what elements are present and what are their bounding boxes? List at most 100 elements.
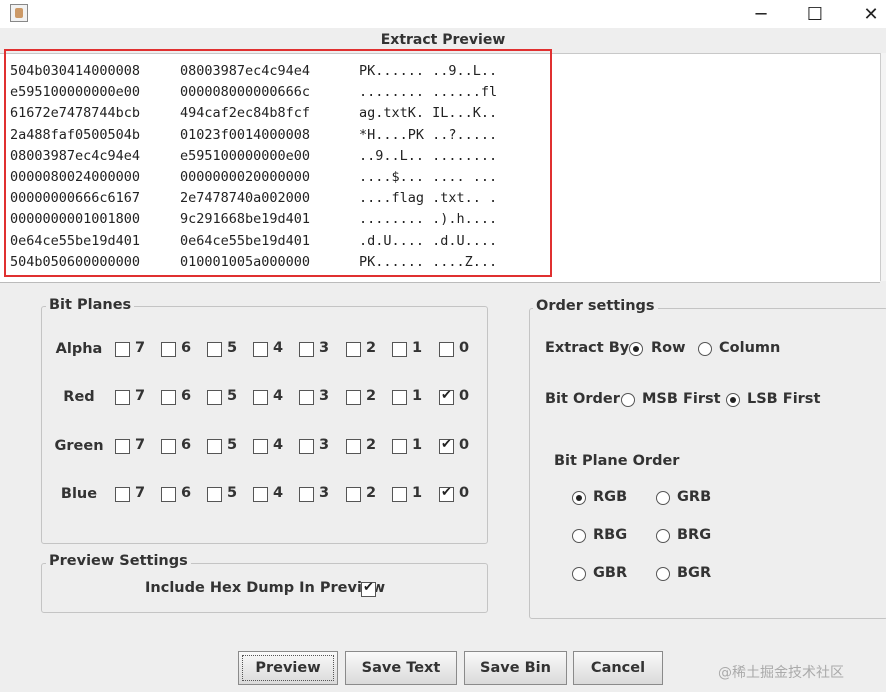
red-bit-1-checkbox[interactable] xyxy=(392,390,407,405)
bit-number-label: 6 xyxy=(181,437,192,453)
bit-number-label: 5 xyxy=(227,340,238,356)
green-bit-5-checkbox[interactable] xyxy=(207,439,222,454)
bit-number-label: 5 xyxy=(227,437,238,453)
alpha-bit-6-checkbox[interactable] xyxy=(161,342,176,357)
plane-order-grb-radio[interactable] xyxy=(656,491,670,505)
red-bit-7-checkbox[interactable] xyxy=(115,390,130,405)
red-bit-3-checkbox[interactable] xyxy=(299,390,314,405)
plane-order-label: BGR xyxy=(677,565,712,581)
preview-settings-title: Preview Settings xyxy=(46,553,191,569)
blue-bit-7-checkbox[interactable] xyxy=(115,487,130,502)
plane-order-brg-radio[interactable] xyxy=(656,529,670,543)
bit-number-label: 2 xyxy=(366,388,377,404)
bit-plane-row-label: Red xyxy=(63,389,95,405)
alpha-bit-0-checkbox[interactable] xyxy=(439,342,454,357)
bit-order-msb-radio[interactable] xyxy=(621,393,635,407)
window-title-bar: ─ ☐ ✕ xyxy=(0,0,886,28)
bit-number-label: 2 xyxy=(366,437,377,453)
bit-number-label: 4 xyxy=(273,437,284,453)
blue-bit-2-checkbox[interactable] xyxy=(346,487,361,502)
bit-number-label: 4 xyxy=(273,485,284,501)
close-button[interactable]: ✕ xyxy=(848,0,886,28)
bit-number-label: 3 xyxy=(319,485,330,501)
red-bit-0-checkbox[interactable] xyxy=(439,388,454,405)
blue-bit-3-checkbox[interactable] xyxy=(299,487,314,502)
bit-plane-row-label: Alpha xyxy=(55,341,103,357)
red-bit-6-checkbox[interactable] xyxy=(161,390,176,405)
minimize-button[interactable]: ─ xyxy=(738,0,784,28)
bit-number-label: 0 xyxy=(459,388,470,404)
extract-by-row-label: Row xyxy=(651,340,686,356)
green-bit-4-checkbox[interactable] xyxy=(253,439,268,454)
bit-number-label: 6 xyxy=(181,485,192,501)
bit-number-label: 7 xyxy=(135,437,146,453)
extract-by-row-radio[interactable] xyxy=(629,342,643,356)
bit-number-label: 3 xyxy=(319,388,330,404)
blue-bit-4-checkbox[interactable] xyxy=(253,487,268,502)
blue-bit-0-checkbox[interactable] xyxy=(439,485,454,502)
preview-button[interactable]: Preview xyxy=(238,651,338,685)
bit-order-label: Bit Order xyxy=(545,391,620,407)
save-text-button[interactable]: Save Text xyxy=(345,651,457,685)
preview-vertical-scrollbar[interactable] xyxy=(880,53,886,281)
extract-by-label: Extract By xyxy=(545,340,630,356)
plane-order-bgr-radio[interactable] xyxy=(656,567,670,581)
bit-number-label: 2 xyxy=(366,485,377,501)
plane-order-gbr-radio[interactable] xyxy=(572,567,586,581)
green-bit-6-checkbox[interactable] xyxy=(161,439,176,454)
bit-order-lsb-radio[interactable] xyxy=(726,393,740,407)
bit-number-label: 0 xyxy=(459,437,470,453)
bit-number-label: 2 xyxy=(366,340,377,356)
plane-order-rgb-radio[interactable] xyxy=(572,491,586,505)
bit-plane-row-label: Green xyxy=(54,438,104,454)
extract-by-column-radio[interactable] xyxy=(698,342,712,356)
bit-number-label: 6 xyxy=(181,340,192,356)
alpha-bit-2-checkbox[interactable] xyxy=(346,342,361,357)
bit-planes-title: Bit Planes xyxy=(46,297,135,313)
plane-order-label: BRG xyxy=(677,527,712,543)
bit-number-label: 1 xyxy=(412,388,423,404)
bit-number-label: 5 xyxy=(227,388,238,404)
blue-bit-6-checkbox[interactable] xyxy=(161,487,176,502)
bit-number-label: 1 xyxy=(412,485,423,501)
include-hex-dump-checkbox[interactable] xyxy=(361,580,376,597)
bit-number-label: 0 xyxy=(459,340,470,356)
alpha-bit-1-checkbox[interactable] xyxy=(392,342,407,357)
red-bit-2-checkbox[interactable] xyxy=(346,390,361,405)
green-bit-2-checkbox[interactable] xyxy=(346,439,361,454)
alpha-bit-4-checkbox[interactable] xyxy=(253,342,268,357)
java-app-icon xyxy=(10,4,28,22)
plane-order-label: RGB xyxy=(593,489,628,505)
green-bit-7-checkbox[interactable] xyxy=(115,439,130,454)
bit-number-label: 3 xyxy=(319,437,330,453)
bit-order-msb-label: MSB First xyxy=(642,391,721,407)
alpha-bit-3-checkbox[interactable] xyxy=(299,342,314,357)
plane-order-label: GBR xyxy=(593,565,628,581)
cancel-button[interactable]: Cancel xyxy=(573,651,663,685)
alpha-bit-7-checkbox[interactable] xyxy=(115,342,130,357)
bit-number-label: 5 xyxy=(227,485,238,501)
green-bit-0-checkbox[interactable] xyxy=(439,437,454,454)
bit-number-label: 4 xyxy=(273,388,284,404)
bit-number-label: 7 xyxy=(135,340,146,356)
extract-preview-title: Extract Preview xyxy=(380,32,506,48)
bit-number-label: 7 xyxy=(135,485,146,501)
bit-number-label: 7 xyxy=(135,388,146,404)
plane-order-rbg-radio[interactable] xyxy=(572,529,586,543)
plane-order-label: GRB xyxy=(677,489,712,505)
maximize-button[interactable]: ☐ xyxy=(792,0,838,28)
blue-bit-1-checkbox[interactable] xyxy=(392,487,407,502)
bit-number-label: 1 xyxy=(412,340,423,356)
bit-number-label: 0 xyxy=(459,485,470,501)
green-bit-1-checkbox[interactable] xyxy=(392,439,407,454)
red-bit-4-checkbox[interactable] xyxy=(253,390,268,405)
green-bit-3-checkbox[interactable] xyxy=(299,439,314,454)
bit-number-label: 3 xyxy=(319,340,330,356)
bit-order-lsb-label: LSB First xyxy=(747,391,821,407)
extract-by-column-label: Column xyxy=(719,340,781,356)
order-settings-title: Order settings xyxy=(533,298,658,314)
red-bit-5-checkbox[interactable] xyxy=(207,390,222,405)
save-bin-button[interactable]: Save Bin xyxy=(464,651,567,685)
alpha-bit-5-checkbox[interactable] xyxy=(207,342,222,357)
blue-bit-5-checkbox[interactable] xyxy=(207,487,222,502)
